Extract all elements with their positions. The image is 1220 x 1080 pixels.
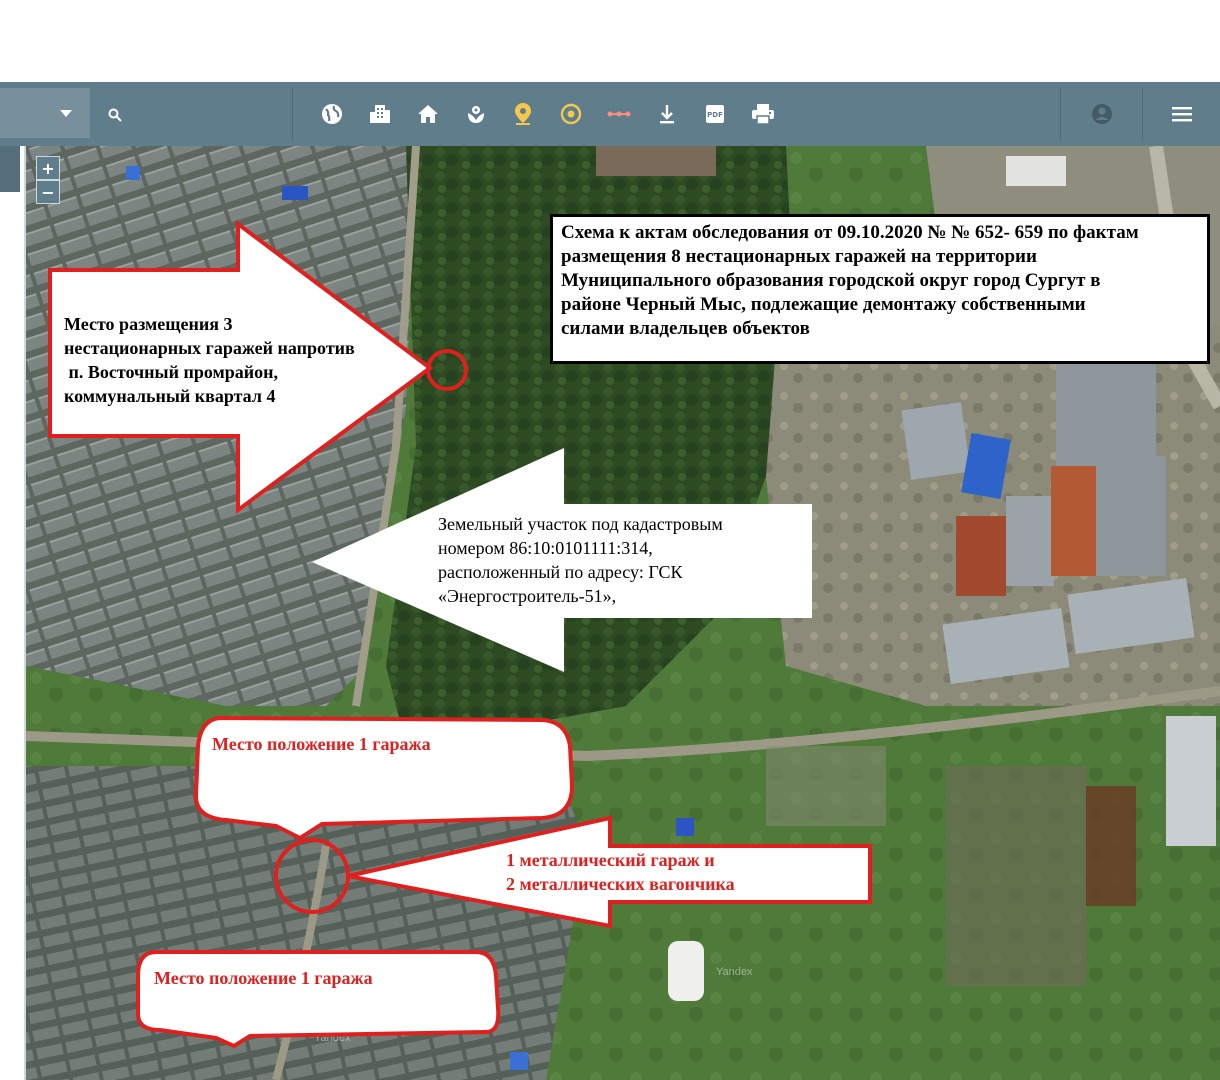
schema-title-box: Схема к актам обследования от 09.10.2020… — [550, 214, 1210, 364]
side-panel-tab[interactable] — [0, 146, 20, 192]
garage-callout-bottom-label: Место положение 1 гаража — [154, 968, 373, 988]
pdf-icon[interactable]: PDF — [697, 96, 733, 132]
toolbar-divider — [1060, 88, 1061, 140]
satellite-map[interactable]: + − Yandex Yandex Схема к актам обследов… — [26, 146, 1220, 1080]
placement-label: Место размещения 3 нестационарных гараже… — [64, 312, 355, 408]
title-line: размещения 8 нестационарных гаражей на т… — [561, 246, 1037, 267]
garage-callout-top-label: Место положение 1 гаража — [212, 734, 431, 754]
buildings-icon[interactable] — [362, 96, 398, 132]
metal-garage-label-line: 2 металлических вагончика — [506, 874, 735, 894]
toolbar-divider — [292, 88, 293, 140]
title-line: силами владельцев объектов — [561, 318, 810, 339]
toolbar-divider — [1142, 88, 1143, 140]
chevron-down-icon — [60, 109, 72, 117]
garage-circle-marker — [274, 838, 350, 914]
search-icon[interactable] — [100, 100, 130, 130]
placement-label-line: нестационарных гаражей напротив — [64, 338, 355, 358]
placement-circle-marker — [426, 349, 468, 391]
title-line: Муниципального образования городской окр… — [561, 270, 1101, 291]
account-icon[interactable] — [1084, 96, 1120, 132]
search-category-select[interactable] — [0, 88, 90, 138]
cadastral-label-line: «Энергостроитель-51», — [438, 586, 617, 606]
globe-icon[interactable] — [314, 96, 350, 132]
cadastral-label-line: расположенный по адресу: ГСК — [438, 562, 683, 582]
menu-icon[interactable] — [1164, 96, 1200, 132]
svg-text:PDF: PDF — [707, 111, 723, 119]
measure-icon[interactable] — [601, 96, 637, 132]
title-line: районе Черный Мыс, подлежащие демонтажу … — [561, 294, 1086, 315]
placement-label-line: коммунальный квартал 4 — [64, 386, 276, 406]
cadastral-label: Земельный участок под кадастровым номеро… — [438, 512, 723, 608]
print-icon[interactable] — [745, 96, 781, 132]
placement-label-line: Место размещения 3 — [64, 314, 233, 334]
plant-icon[interactable] — [458, 96, 494, 132]
home-icon[interactable] — [410, 96, 446, 132]
download-icon[interactable] — [649, 96, 685, 132]
cadastral-label-line: Земельный участок под кадастровым — [438, 514, 723, 534]
metal-garage-label: 1 металлический гараж и 2 металлических … — [506, 848, 735, 896]
target-icon[interactable] — [553, 96, 589, 132]
placement-label-line: п. Восточный промрайон, — [64, 362, 279, 382]
map-pin-icon[interactable] — [505, 96, 541, 132]
cadastral-label-line: номером 86:10:0101111:314, — [438, 538, 653, 558]
metal-garage-label-line: 1 металлический гараж и — [506, 850, 715, 870]
map-toolbar: PDF — [0, 82, 1220, 146]
title-line: Схема к актам обследования от 09.10.2020… — [561, 222, 1139, 243]
